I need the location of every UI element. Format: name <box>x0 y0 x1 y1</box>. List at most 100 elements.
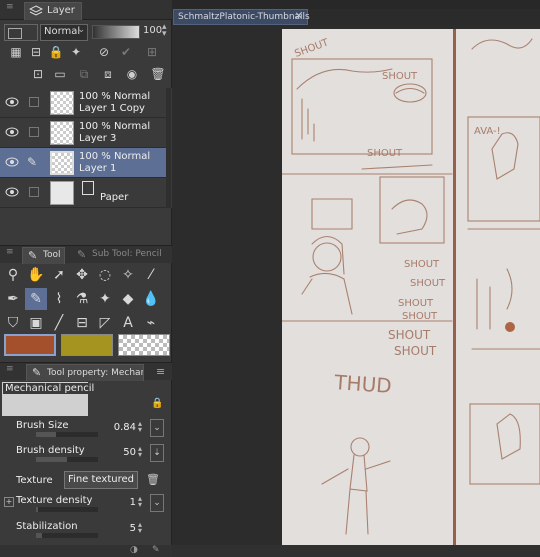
figure-tool-icon[interactable]: ╱ <box>48 312 70 334</box>
layer-color-icon[interactable]: ✔ <box>118 44 134 60</box>
ruler-tool-icon[interactable]: ◸ <box>94 312 116 334</box>
texture-row: Texture Fine textured 🗑 <box>0 471 172 495</box>
canvas-top-bar <box>172 0 540 9</box>
opacity-slider[interactable] <box>92 25 140 39</box>
menu-icon[interactable]: ≡ <box>156 365 165 378</box>
reference-layer-icon[interactable]: ✦ <box>68 44 84 60</box>
texture-density-spinner-icon[interactable]: ▴ ▾ <box>138 495 142 509</box>
blend-mode-toggle-button[interactable] <box>4 24 38 41</box>
lock-transparent-icon[interactable]: ▦ <box>8 44 24 60</box>
airbrush-tool-icon[interactable]: ⚗ <box>71 288 93 310</box>
lock-layer-icon[interactable]: 🔒 <box>48 44 64 60</box>
layer-info: 100 % Normal Layer 1 Copy <box>79 91 150 115</box>
sketch-shout-text: SHOUT <box>388 328 431 342</box>
layer-row-layer-1-copy[interactable]: 100 % Normal Layer 1 Copy <box>0 88 166 118</box>
left-panel: ≡ Layer Normal ⌄ 100 ▴ ▾ ▦ ⊟ 🔒 ✦ ⊘ ✔ ⊞ ⊡… <box>0 0 172 557</box>
move-layer-tool-icon[interactable]: ✥ <box>71 264 93 286</box>
brush-size-value[interactable]: 0.84 <box>106 422 136 433</box>
eyedropper-tool-icon[interactable]: ⁄ <box>140 264 162 286</box>
stabilization-value[interactable]: 5 <box>106 523 136 534</box>
blend-tool-icon[interactable]: 💧 <box>140 288 162 310</box>
fill-tool-icon[interactable]: ⛉ <box>2 312 24 334</box>
pencil-tool-icon[interactable]: ✎ <box>25 288 47 310</box>
layer-thumbnail <box>50 91 74 115</box>
texture-density-value[interactable]: 1 <box>106 497 136 508</box>
sub-color-swatch[interactable] <box>61 334 113 356</box>
lasso-tool-icon[interactable]: ◌ <box>94 264 116 286</box>
pen-tool-icon[interactable]: ✒ <box>2 288 24 310</box>
eye-icon[interactable] <box>5 127 19 137</box>
brush-size-spinner-icon[interactable]: ▴ ▾ <box>138 420 142 434</box>
delete-layer-icon[interactable]: 🗑 <box>150 66 166 82</box>
operation-tool-icon[interactable]: ➚ <box>48 264 70 286</box>
panel-grip-icon[interactable]: ≡ <box>6 3 16 15</box>
texture-density-dynamics-button[interactable]: ⌄ <box>150 494 164 512</box>
new-folder-icon[interactable]: ▭ <box>52 66 68 82</box>
document-tab[interactable]: SchmaltzPlatonic-Thumbnails ✕ <box>173 9 310 25</box>
tab-tool-property[interactable]: ✎ Tool property: Mechanical pencil <box>26 364 144 381</box>
brush-size-dynamics-button[interactable]: ⌄ <box>150 419 164 437</box>
layer-row-paper[interactable]: Paper <box>0 178 166 208</box>
tool-property-header: ≡ ✎ Tool property: Mechanical pencil ≡ <box>0 362 172 381</box>
canvas-scrollbar[interactable] <box>172 545 540 557</box>
trash-icon[interactable]: 🗑 <box>146 473 160 486</box>
brush-size-slider[interactable] <box>36 432 98 437</box>
eraser-tool-icon[interactable]: ◆ <box>117 288 139 310</box>
tab-layer[interactable]: Layer <box>24 2 82 20</box>
layer-list-scrollbar[interactable] <box>166 88 171 208</box>
eye-icon[interactable] <box>5 187 19 197</box>
brush-tool-icon[interactable]: ⌇ <box>48 288 70 310</box>
layer-select-checkbox[interactable] <box>29 187 39 197</box>
stabilization-spinner-icon[interactable]: ▴ ▾ <box>138 521 142 535</box>
texture-density-slider[interactable] <box>36 507 98 512</box>
layer-list: 100 % Normal Layer 1 Copy 100 % Normal L… <box>0 88 172 208</box>
close-icon[interactable]: ✕ <box>295 11 303 22</box>
gradient-tool-icon[interactable]: ▣ <box>25 312 47 334</box>
layer-row-layer-1[interactable]: ✎ 100 % Normal Layer 1 <box>0 148 166 178</box>
new-raster-layer-icon[interactable]: ⊡ <box>30 66 46 82</box>
mask-icon[interactable]: ⊞ <box>144 44 160 60</box>
eye-icon[interactable] <box>5 157 19 167</box>
brush-size-row: Brush Size 0.84 ▴ ▾ ⌄ <box>0 418 172 442</box>
frame-border-tool-icon[interactable]: ⊟ <box>71 312 93 334</box>
layer-name: Layer 1 Copy <box>79 103 145 114</box>
sketch-ava-text: AVA-! <box>474 126 501 137</box>
eye-icon[interactable] <box>5 97 19 107</box>
decoration-tool-icon[interactable]: ✦ <box>94 288 116 310</box>
opacity-value[interactable]: 100 <box>143 25 162 36</box>
brush-density-dynamics-button[interactable]: ⇣ <box>150 444 164 462</box>
lock-icon[interactable]: 🔒 <box>151 398 163 410</box>
tab-tool-property-label: Tool property: Mechanical pencil <box>47 368 143 378</box>
brush-density-slider[interactable] <box>36 457 98 462</box>
brush-density-spinner-icon[interactable]: ▴ ▾ <box>138 445 142 459</box>
zoom-tool-icon[interactable]: ⚲ <box>2 264 24 286</box>
brush-density-value[interactable]: 50 <box>106 447 136 458</box>
layer-row-layer-3[interactable]: 100 % Normal Layer 3 <box>0 118 166 148</box>
expand-icon[interactable]: + <box>4 497 14 507</box>
main-color-swatch[interactable] <box>4 334 56 356</box>
layer-select-checkbox[interactable] <box>29 127 39 137</box>
paper-icon <box>82 181 94 195</box>
hand-tool-icon[interactable]: ✋ <box>25 264 47 286</box>
layer-select-checkbox[interactable] <box>29 97 39 107</box>
settings-icon[interactable]: ◑ <box>130 545 138 555</box>
transparent-color-swatch[interactable] <box>118 334 170 356</box>
balloon-tool-icon[interactable]: ⌁ <box>140 312 162 334</box>
panel-grip-icon[interactable]: ≡ <box>6 365 16 377</box>
auto-select-tool-icon[interactable]: ✧ <box>117 264 139 286</box>
text-tool-icon[interactable]: A <box>117 312 139 334</box>
draft-layer-icon[interactable]: ⊘ <box>96 44 112 60</box>
opacity-spinner-icon[interactable]: ▴ ▾ <box>162 23 167 39</box>
stabilization-slider[interactable] <box>36 533 98 538</box>
texture-select-button[interactable]: Fine textured <box>64 471 138 489</box>
color-swatches <box>0 334 172 360</box>
tab-tool[interactable]: ✎ Tool <box>22 247 66 264</box>
panel-grip-icon[interactable]: ≡ <box>6 248 16 260</box>
tab-subtool[interactable]: ✎ Sub Tool: Pencil <box>72 247 166 264</box>
layer-mask-icon[interactable]: ◉ <box>124 66 140 82</box>
clip-lower-layer-icon[interactable]: ⊟ <box>28 44 44 60</box>
blend-mode-select[interactable]: Normal ⌄ <box>40 24 88 41</box>
transfer-down-icon[interactable]: ⧉ <box>76 66 92 82</box>
combine-layer-icon[interactable]: ⧈ <box>100 66 116 82</box>
wrench-icon[interactable]: ✎ <box>152 545 160 555</box>
